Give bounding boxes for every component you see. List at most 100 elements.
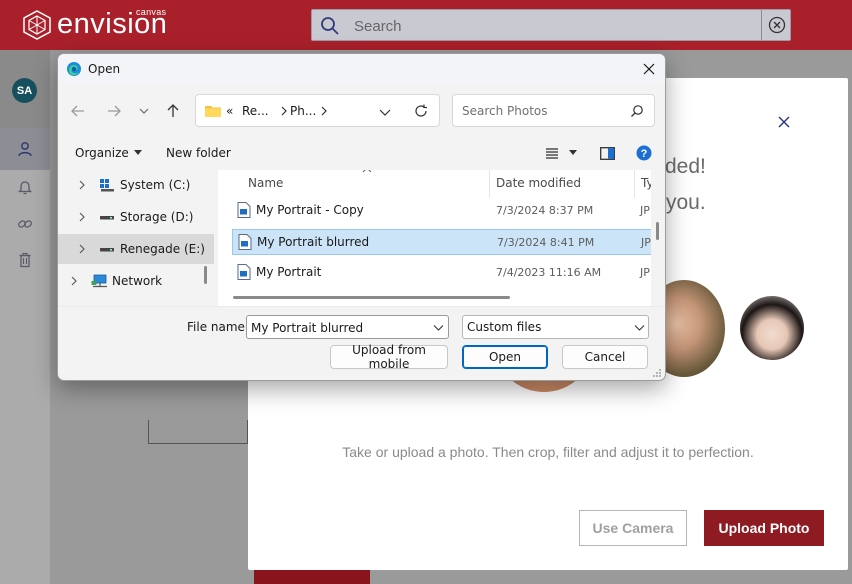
view-options-button[interactable] <box>545 144 577 162</box>
forward-button[interactable] <box>104 101 124 121</box>
file-name: My Portrait - Copy <box>256 203 364 217</box>
windows-drive-icon <box>100 179 114 192</box>
open-button[interactable]: Open <box>462 345 548 369</box>
recent-locations-button[interactable] <box>134 101 154 121</box>
tree-item-storage[interactable]: Storage (D:) <box>58 202 216 232</box>
envision-logo[interactable]: envision canvas <box>22 7 167 42</box>
open-file-dialog: Open « Re... Ph... Search Photos Organiz… <box>57 53 666 381</box>
app-search-input[interactable] <box>354 16 734 36</box>
background-red-button[interactable] <box>254 569 370 584</box>
search-photos-input[interactable] <box>462 103 622 119</box>
organize-menu[interactable]: Organize <box>75 146 142 160</box>
breadcrumb-item[interactable]: Ph... <box>290 104 316 118</box>
upload-from-mobile-button[interactable]: Upload from mobile <box>330 343 448 371</box>
chevron-right-icon[interactable] <box>78 244 86 254</box>
arrow-right-icon <box>108 105 121 117</box>
dialog-titlebar[interactable]: Open <box>58 54 665 84</box>
breadcrumb-overflow[interactable]: « <box>226 104 233 118</box>
new-folder-button[interactable]: New folder <box>166 146 231 160</box>
sidebar-profile-area: SA <box>0 50 50 128</box>
sidebar-item-profile[interactable] <box>15 139 35 159</box>
chevron-right-icon[interactable] <box>78 180 86 190</box>
divider <box>58 306 665 307</box>
tree-item-label: System (C:) <box>120 178 191 192</box>
bell-icon <box>17 181 33 195</box>
logo-mark-icon <box>23 10 51 40</box>
dialog-close-button[interactable] <box>638 58 660 80</box>
close-circle-icon <box>768 16 785 34</box>
caret-down-icon <box>133 150 142 155</box>
background-panel-button[interactable] <box>148 420 248 444</box>
app-sidebar: SA <box>0 50 50 584</box>
tree-item-label: Storage (D:) <box>120 210 194 224</box>
file-row[interactable]: My Portrait blurred 7/3/2024 8:41 PM JP <box>232 229 651 255</box>
file-list-scrollbar[interactable] <box>656 222 659 240</box>
upload-photo-button[interactable]: Upload Photo <box>704 510 824 546</box>
drive-icon <box>100 216 114 220</box>
breadcrumb-item[interactable]: Re... <box>242 104 269 118</box>
help-button[interactable]: ? <box>636 144 652 162</box>
file-row[interactable]: My Portrait - Copy 7/3/2024 8:37 PM JP <box>232 198 651 224</box>
sidebar-item-notifications[interactable] <box>15 177 35 197</box>
file-name-label: File name: <box>187 320 249 334</box>
tree-item-label: Network <box>112 274 163 288</box>
tree-item-network[interactable]: Network <box>58 266 216 296</box>
image-file-icon <box>238 234 252 250</box>
back-button[interactable] <box>68 101 88 121</box>
column-header-name[interactable]: Name <box>238 170 490 198</box>
file-date: 7/4/2023 11:16 AM <box>496 266 602 279</box>
file-name-input[interactable] <box>251 320 426 336</box>
column-header-date[interactable]: Date modified <box>490 170 635 198</box>
modal-subheading-fragment: you. <box>666 191 706 214</box>
up-folder-button[interactable] <box>163 101 183 121</box>
file-date: 7/3/2024 8:37 PM <box>496 204 594 217</box>
close-icon <box>778 116 790 128</box>
preview-pane-icon <box>600 146 615 160</box>
network-icon <box>91 274 107 288</box>
link-icon <box>18 220 32 228</box>
use-camera-button[interactable]: Use Camera <box>579 510 687 546</box>
user-icon <box>18 142 32 157</box>
folder-icon <box>205 106 221 117</box>
chevron-down-icon[interactable] <box>379 107 391 117</box>
file-row[interactable]: My Portrait 7/4/2023 11:16 AM JP <box>232 260 651 286</box>
tree-item-system[interactable]: System (C:) <box>58 170 216 200</box>
app-search-bar[interactable] <box>311 9 791 41</box>
sidebar-item-trash[interactable] <box>15 250 35 270</box>
file-name: My Portrait blurred <box>257 235 370 249</box>
file-name-combobox[interactable] <box>246 315 449 339</box>
chevron-down-icon[interactable] <box>433 324 444 332</box>
chevron-right-icon <box>321 106 327 116</box>
file-list-horizontal-scrollbar[interactable] <box>233 296 510 299</box>
modal-close-button[interactable] <box>774 112 794 132</box>
modal-heading-fragment: ded! <box>665 155 706 178</box>
file-type-select[interactable]: Custom files <box>462 315 649 339</box>
file-type-value: Custom files <box>467 320 542 334</box>
navigation-pane: System (C:) Storage (D:) Renegade (E:) N… <box>58 170 216 306</box>
arrow-up-icon <box>167 104 179 117</box>
search-photos-box[interactable] <box>452 94 655 127</box>
chevron-right-icon[interactable] <box>70 276 78 286</box>
column-header-type[interactable]: Ty <box>635 170 651 198</box>
refresh-icon[interactable] <box>414 104 428 118</box>
avatar[interactable]: SA <box>12 78 37 103</box>
file-type: JP <box>641 236 651 249</box>
organize-label: Organize <box>75 146 129 160</box>
tree-item-renegade[interactable]: Renegade (E:) <box>58 234 216 264</box>
image-file-icon <box>237 264 251 280</box>
file-name: My Portrait <box>256 265 322 279</box>
close-icon <box>643 63 655 75</box>
tree-item-label: Renegade (E:) <box>120 242 205 256</box>
sidebar-item-links[interactable] <box>15 214 35 234</box>
image-file-icon <box>237 202 251 218</box>
clear-search-button[interactable] <box>761 10 791 40</box>
cancel-button[interactable]: Cancel <box>562 345 648 369</box>
preview-pane-button[interactable] <box>600 144 615 162</box>
search-icon <box>631 105 643 117</box>
file-type: JP <box>640 266 650 279</box>
navigation-scrollbar[interactable] <box>204 266 207 284</box>
chevron-right-icon[interactable] <box>78 212 86 222</box>
address-bar[interactable]: « Re... Ph... <box>195 94 440 127</box>
app-header: envision canvas <box>0 0 852 50</box>
resize-grip-icon[interactable] <box>652 368 662 378</box>
